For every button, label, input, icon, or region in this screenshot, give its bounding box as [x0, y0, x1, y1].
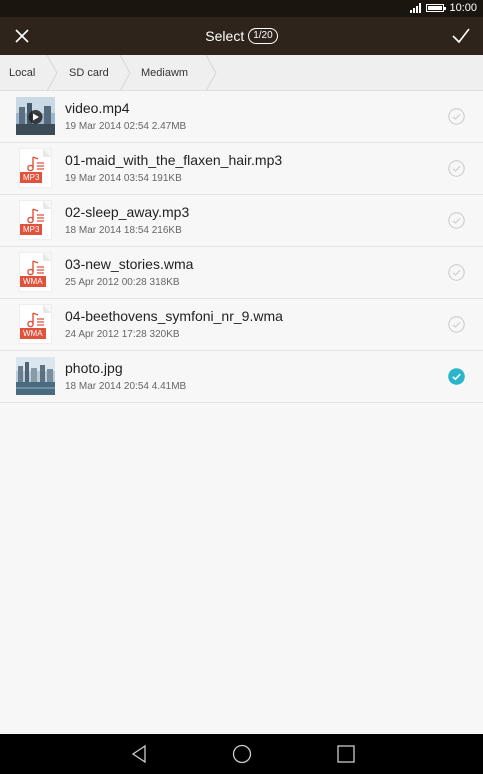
- unchecked-circle-icon[interactable]: [448, 316, 465, 333]
- file-meta: 18 Mar 2014 18:54 216KB: [65, 225, 182, 236]
- chevron-right-icon: [119, 54, 131, 91]
- unchecked-circle-icon[interactable]: [448, 264, 465, 281]
- file-name: 04-beethovens_symfoni_nr_9.wma: [65, 308, 283, 324]
- title-bar: Select 1/20: [0, 17, 483, 55]
- file-meta: 25 Apr 2012 00:28 318KB: [65, 277, 180, 288]
- video-thumbnail: [16, 97, 55, 135]
- breadcrumb-label: Mediawm: [141, 66, 189, 79]
- file-row-video[interactable]: video.mp4 19 Mar 2014 02:54 2.47MB: [0, 91, 483, 143]
- file-row-audio[interactable]: WMA 04-beethovens_symfoni_nr_9.wma 24 Ap…: [0, 299, 483, 351]
- audio-file-icon: WMA: [16, 253, 55, 291]
- breadcrumb-mediawm[interactable]: Mediawm: [131, 54, 217, 91]
- file-row-image[interactable]: photo.jpg 18 Mar 2014 20:54 4.41MB: [0, 351, 483, 403]
- file-meta: 19 Mar 2014 03:54 191KB: [65, 173, 182, 184]
- recents-button[interactable]: [335, 744, 357, 764]
- file-name: 01-maid_with_the_flaxen_hair.mp3: [65, 152, 283, 168]
- breadcrumb-label: SD card: [69, 66, 109, 79]
- file-meta: 24 Apr 2012 17:28 320KB: [65, 329, 180, 340]
- audio-file-icon: MP3: [16, 201, 55, 239]
- file-meta: 18 Mar 2014 20:54 4.41MB: [65, 381, 187, 392]
- file-list: video.mp4 19 Mar 2014 02:54 2.47MB MP3 0…: [0, 91, 483, 403]
- chevron-right-icon: [205, 54, 217, 91]
- file-name: video.mp4: [65, 100, 130, 116]
- back-button[interactable]: [129, 744, 151, 764]
- photo-thumbnail-image: [16, 357, 55, 395]
- file-type-tag: WMA: [20, 276, 46, 287]
- breadcrumb-local[interactable]: Local: [0, 54, 58, 91]
- checkmark-icon: [452, 28, 470, 44]
- status-bar: 10:00: [0, 0, 483, 17]
- file-name: 03-new_stories.wma: [65, 256, 194, 272]
- file-name: 02-sleep_away.mp3: [65, 204, 190, 220]
- file-name: photo.jpg: [65, 360, 123, 376]
- unchecked-circle-icon[interactable]: [448, 212, 465, 229]
- breadcrumb-label: Local: [9, 66, 36, 79]
- file-row-audio[interactable]: MP3 01-maid_with_the_flaxen_hair.mp3 19 …: [0, 143, 483, 195]
- breadcrumb: Local SD card Mediawm: [0, 54, 483, 91]
- file-meta: 19 Mar 2014 02:54 2.47MB: [65, 121, 187, 132]
- file-type-tag: MP3: [20, 224, 43, 235]
- home-circle-icon: [232, 744, 252, 764]
- file-type-tag: MP3: [20, 172, 43, 183]
- audio-file-icon: MP3: [16, 149, 55, 187]
- page-title: Select: [205, 28, 245, 44]
- battery-icon: [426, 4, 447, 12]
- file-type-tag: WMA: [20, 328, 46, 339]
- status-time: 10:00: [449, 2, 477, 14]
- home-button[interactable]: [231, 744, 253, 764]
- unchecked-circle-icon[interactable]: [448, 160, 465, 177]
- unchecked-circle-icon[interactable]: [448, 108, 465, 125]
- file-row-audio[interactable]: MP3 02-sleep_away.mp3 18 Mar 2014 18:54 …: [0, 195, 483, 247]
- navigation-bar: [0, 734, 483, 774]
- checked-circle-icon[interactable]: [448, 368, 465, 385]
- signal-icon: [410, 3, 422, 13]
- recents-square-icon: [337, 745, 355, 763]
- file-row-audio[interactable]: WMA 03-new_stories.wma 25 Apr 2012 00:28…: [0, 247, 483, 299]
- chevron-right-icon: [46, 54, 58, 91]
- selection-count-badge: 1/20: [248, 28, 278, 44]
- video-thumbnail-image: [16, 97, 55, 135]
- photo-thumbnail: [16, 357, 55, 395]
- confirm-button[interactable]: [449, 24, 473, 48]
- audio-file-icon: WMA: [16, 305, 55, 343]
- back-triangle-icon: [131, 744, 146, 764]
- breadcrumb-sd-card[interactable]: SD card: [58, 54, 131, 91]
